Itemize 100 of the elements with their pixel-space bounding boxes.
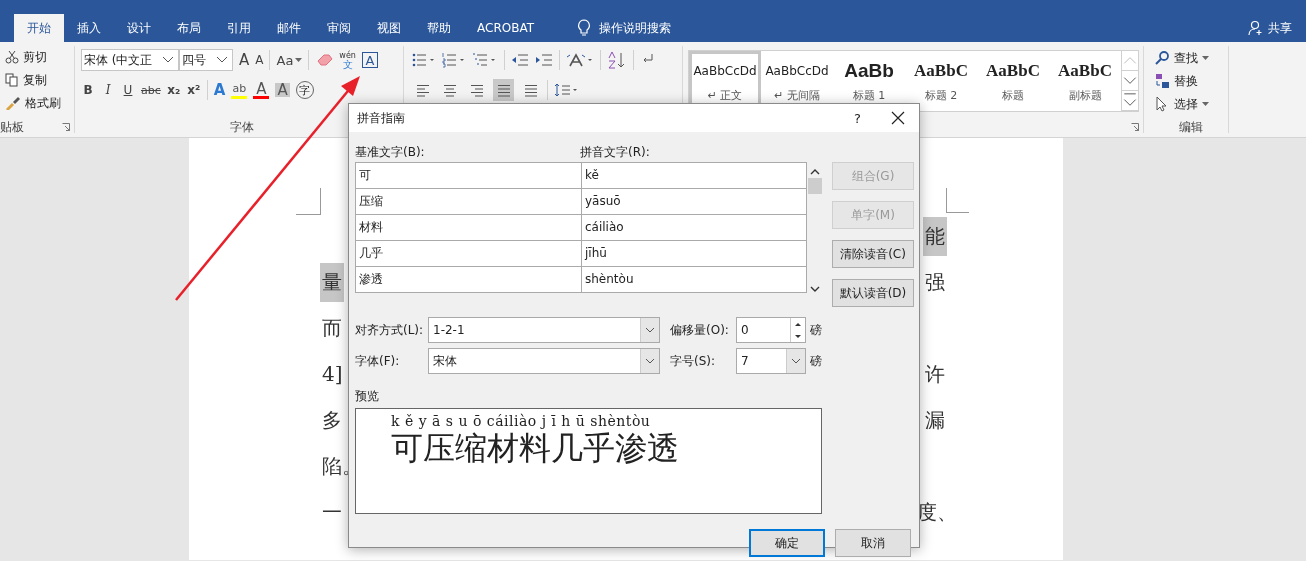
color-button[interactable]: A (253, 81, 270, 99)
ribbon-tab[interactable]: 开始 (14, 14, 64, 42)
alignment-dropdown[interactable]: 1-2-1 (428, 317, 660, 343)
character-border-button[interactable]: A (361, 52, 378, 68)
editing-button[interactable]: 查找 (1154, 49, 1228, 67)
document-text: 而 (321, 314, 343, 342)
ribbon-tab[interactable]: 布局 (164, 14, 214, 42)
ruby-text-field[interactable]: jīhū (582, 241, 806, 266)
chevron-down-icon (162, 56, 174, 64)
format-button[interactable]: x₂ (166, 83, 181, 97)
chevron-down-icon (645, 358, 655, 364)
chevron-down-icon (216, 56, 228, 64)
align-right-icon (468, 82, 485, 98)
base-text-field[interactable]: 可 (356, 163, 581, 188)
ribbon-tab[interactable]: 审阅 (314, 14, 364, 42)
editing-button[interactable]: 选择 (1154, 95, 1228, 113)
font-dropdown[interactable]: 宋体 (428, 348, 660, 374)
ribbon-tab[interactable]: 帮助 (414, 14, 464, 42)
dialog-launcher-icon[interactable] (1131, 123, 1139, 131)
align-center-icon (441, 82, 458, 98)
share-button[interactable]: 共享 (1248, 14, 1292, 42)
style-tile[interactable]: AaBbC 副标题 (1049, 51, 1121, 111)
base-text-label: 基准文字(B): (355, 144, 426, 161)
group-label: 编辑 (1179, 118, 1203, 136)
spin-down-icon[interactable] (794, 333, 802, 339)
offset-spinner[interactable]: 0 (736, 317, 806, 343)
spin-up-icon[interactable] (794, 321, 802, 327)
dialog-launcher-icon[interactable] (62, 123, 70, 131)
clipboard-button[interactable]: 剪切 (5, 48, 74, 66)
document-text: 漏 (924, 406, 946, 434)
color-button[interactable]: ab (231, 81, 248, 99)
ribbon-tab[interactable]: 设计 (114, 14, 164, 42)
sort-icon[interactable] (607, 51, 627, 69)
style-tile[interactable]: AaBbC 标题 2 (905, 51, 977, 111)
base-text-field[interactable]: 材料 (356, 215, 581, 240)
format-button[interactable]: B (81, 83, 95, 97)
color-button[interactable]: A (275, 83, 290, 97)
more-styles-icon[interactable] (1122, 91, 1138, 111)
bullets-icon[interactable] (412, 52, 436, 68)
increase-indent-icon[interactable] (535, 52, 553, 68)
eraser-icon[interactable] (315, 52, 334, 68)
close-icon[interactable] (891, 111, 905, 125)
dialog-button[interactable]: 确定 (749, 529, 825, 557)
tell-me-search[interactable]: 操作说明搜索 (599, 19, 671, 37)
ribbon-tab[interactable]: 邮件 (264, 14, 314, 42)
shrink-font-button[interactable]: A (255, 53, 264, 67)
document-text: 度、 (916, 498, 958, 526)
ruby-text-field[interactable]: kě (582, 163, 806, 188)
change-case-button[interactable]: Aa (276, 52, 294, 68)
scissors-icon (5, 50, 19, 64)
editing-button[interactable]: 替换 (1154, 72, 1228, 90)
dialog-button[interactable]: 取消 (835, 529, 911, 557)
font-label: 字体(F): (355, 352, 401, 370)
asian-layout-icon[interactable] (566, 52, 594, 68)
crop-mark (296, 188, 321, 215)
ruby-text-field[interactable]: yāsuō (582, 189, 806, 214)
phonetic-guide-button[interactable]: wén 文 (339, 51, 356, 69)
font-family-dropdown[interactable]: 宋体 (中文正 (81, 49, 179, 71)
font-size-dropdown[interactable]: 四号 (179, 49, 233, 71)
crop-mark (946, 188, 969, 213)
document-text: 4] (321, 361, 344, 388)
scrollbar-thumb[interactable] (807, 178, 822, 194)
decrease-indent-icon[interactable] (511, 52, 529, 68)
document-text: 强 (924, 268, 946, 296)
replace-icon (1154, 73, 1170, 89)
format-button[interactable]: U (121, 83, 135, 97)
help-button[interactable]: ? (854, 110, 861, 126)
format-button[interactable]: I (101, 83, 115, 97)
preview-label: 预览 (355, 388, 380, 404)
align-button[interactable] (493, 79, 514, 101)
multilevel-list-icon[interactable] (472, 52, 498, 68)
base-text-field[interactable]: 几乎 (356, 241, 581, 266)
ribbon-tab[interactable]: 插入 (64, 14, 114, 42)
numbering-icon[interactable] (442, 52, 466, 68)
clipboard-button[interactable]: 复制 (5, 71, 74, 89)
dialog-button[interactable]: 默认读音(D) (832, 279, 914, 307)
grow-font-button[interactable]: A (239, 51, 250, 69)
format-button[interactable]: abc (141, 83, 161, 97)
document-text: 许 (924, 360, 946, 388)
base-text-field[interactable]: 渗透 (356, 267, 581, 292)
ribbon-tab[interactable]: 视图 (364, 14, 414, 42)
caret-icon[interactable] (295, 57, 303, 63)
document-text: 多 (321, 406, 343, 434)
clipboard-button[interactable]: 格式刷 (5, 94, 74, 112)
scroll-up-icon[interactable] (809, 168, 820, 176)
document-text: 能 (923, 216, 947, 256)
align-distributed-icon (522, 82, 539, 98)
style-tile[interactable]: AaBbC 标题 (977, 51, 1049, 111)
ribbon-tab[interactable]: ACROBAT (464, 14, 547, 42)
ruby-text-field[interactable]: cáiliào (582, 215, 806, 240)
size-dropdown[interactable]: 7 (736, 348, 806, 374)
format-button[interactable]: x² (186, 83, 201, 97)
dialog-button[interactable]: 清除读音(C) (832, 240, 914, 268)
ruby-text-field[interactable]: shèntòu (582, 267, 806, 292)
unit-label: 磅 (810, 352, 822, 370)
color-button[interactable]: A (213, 83, 226, 97)
line-spacing-icon[interactable] (554, 82, 580, 98)
scroll-down-icon[interactable] (809, 285, 820, 293)
base-text-field[interactable]: 压缩 (356, 189, 581, 214)
ribbon-tab[interactable]: 引用 (214, 14, 264, 42)
